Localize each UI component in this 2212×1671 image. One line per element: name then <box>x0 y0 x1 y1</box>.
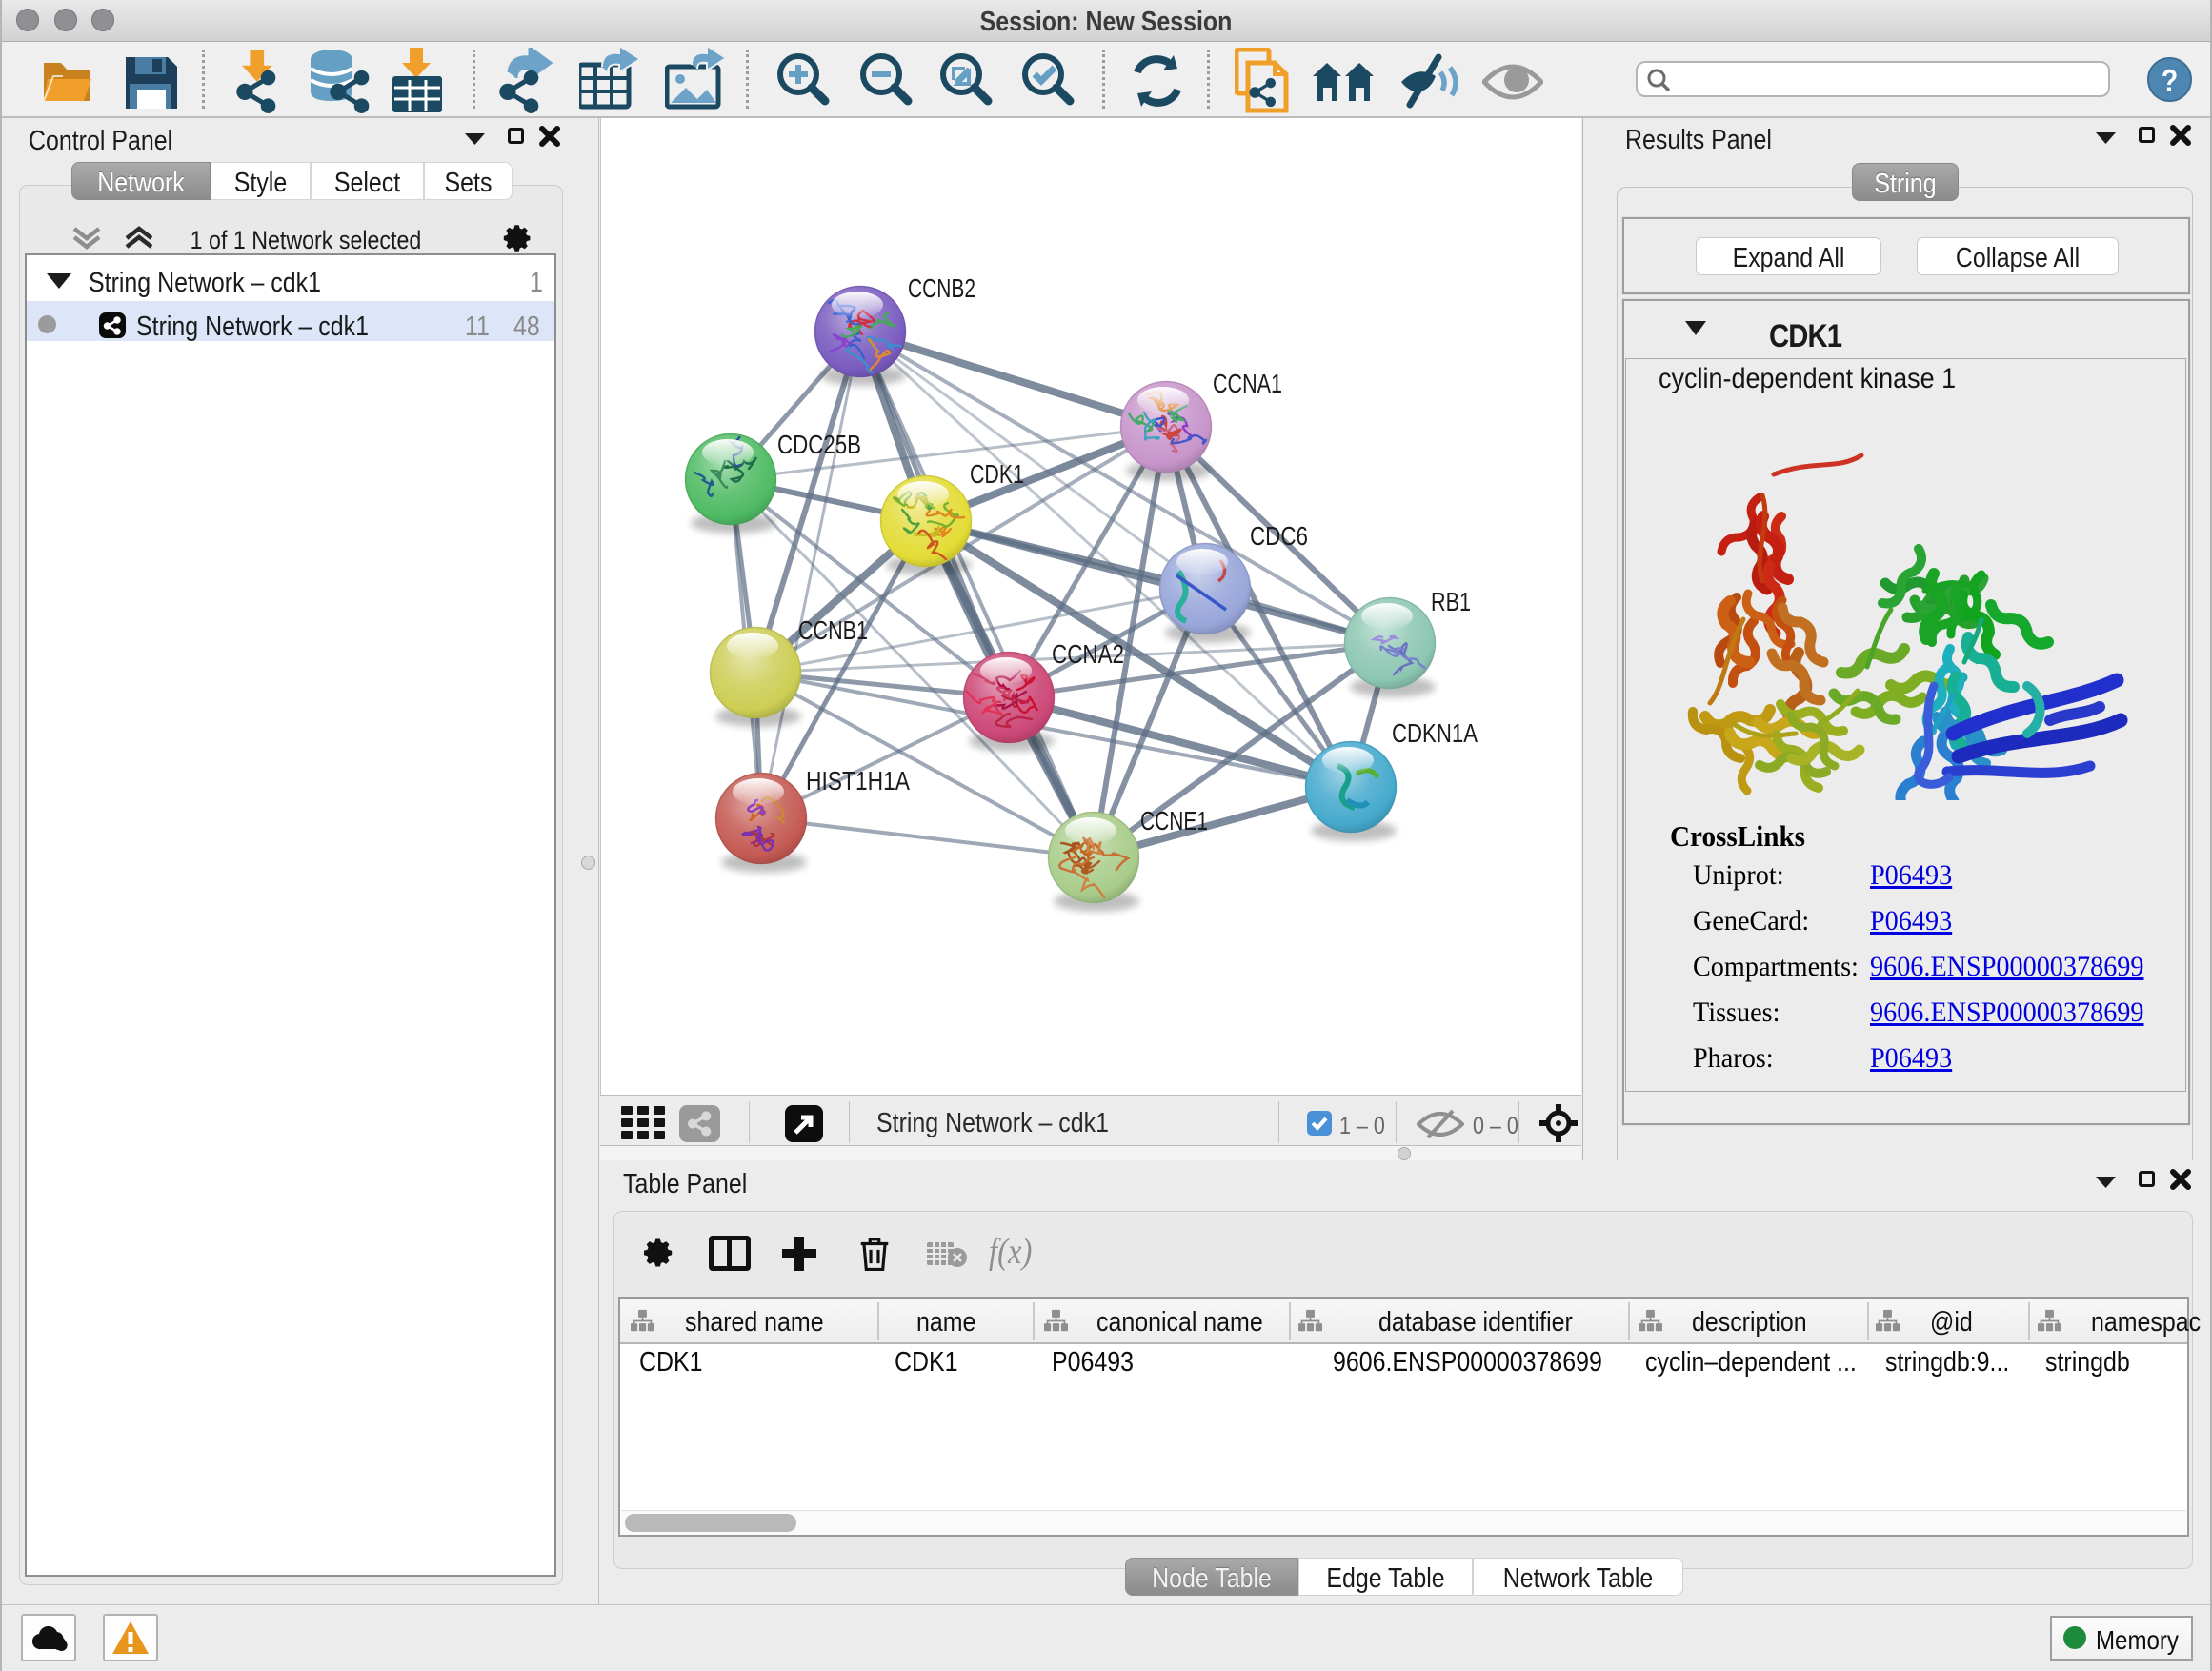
svg-text:CCNB2: CCNB2 <box>908 273 975 303</box>
svg-text:HIST1H1A: HIST1H1A <box>806 766 910 795</box>
svg-text:CCNA2: CCNA2 <box>1052 639 1124 669</box>
svg-text:CCNB1: CCNB1 <box>798 615 868 645</box>
svg-text:CDC25B: CDC25B <box>777 430 861 459</box>
svg-text:CCNA1: CCNA1 <box>1213 369 1282 398</box>
svg-text:RB1: RB1 <box>1431 587 1471 616</box>
svg-text:CCNE1: CCNE1 <box>1140 806 1208 836</box>
svg-text:CDK1: CDK1 <box>970 459 1024 489</box>
svg-text:CDKN1A: CDKN1A <box>1392 718 1478 748</box>
svg-text:CDC6: CDC6 <box>1250 521 1308 551</box>
